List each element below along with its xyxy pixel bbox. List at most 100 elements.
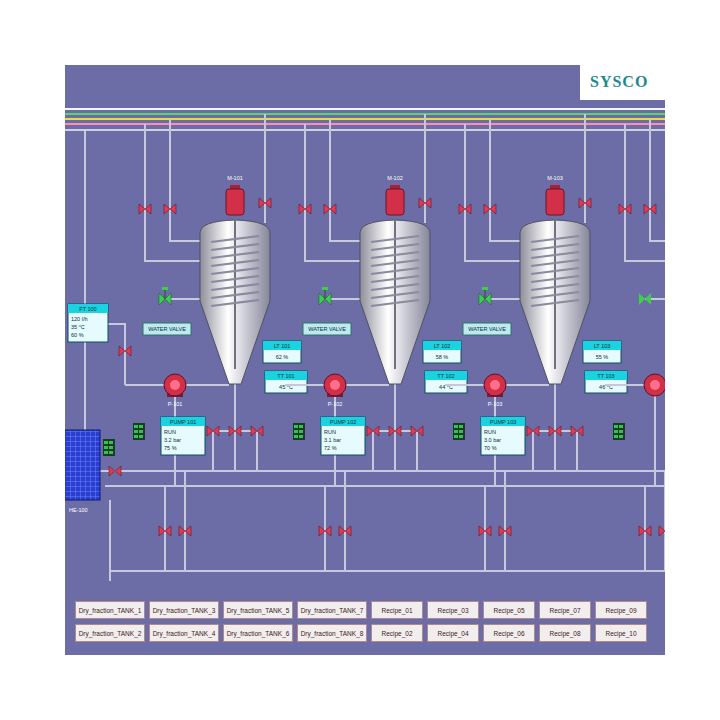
pipe: [532, 431, 534, 471]
valve[interactable]: [299, 204, 311, 214]
svg-text:62 %: 62 %: [276, 354, 289, 360]
water-valve-icon[interactable]: [639, 293, 651, 305]
temperature-readout: TT 10346 °C: [585, 371, 627, 393]
valve[interactable]: [549, 426, 561, 436]
valve[interactable]: [251, 426, 263, 436]
valve[interactable]: [479, 526, 491, 536]
tank-group: M-101WATER VALVELT 10162 %TT 10145 °CP-1…: [125, 114, 307, 571]
water-valve-icon[interactable]: [479, 287, 491, 305]
valve[interactable]: [619, 204, 631, 214]
header-pipeline: [65, 129, 665, 131]
nav-button[interactable]: Dry_fraction_TANK_4: [149, 624, 219, 642]
valve[interactable]: [179, 526, 191, 536]
pipe: [330, 119, 360, 241]
valve[interactable]: [229, 426, 241, 436]
nav-button[interactable]: Recipe_06: [483, 624, 535, 642]
pipe: [484, 486, 486, 571]
agitator-blade: [211, 260, 259, 266]
pipe: [125, 384, 164, 386]
nav-button[interactable]: Recipe_08: [539, 624, 591, 642]
pipe: [164, 486, 166, 571]
agitator-blade: [371, 244, 419, 250]
agitator-blade: [371, 252, 419, 258]
valve[interactable]: [119, 346, 131, 356]
valve[interactable]: [164, 204, 176, 214]
water-valve-icon[interactable]: [159, 287, 171, 305]
valve[interactable]: [159, 526, 171, 536]
valve[interactable]: [644, 204, 656, 214]
valve[interactable]: [579, 198, 591, 208]
valve[interactable]: [339, 526, 351, 536]
svg-text:LT 102: LT 102: [434, 343, 451, 349]
pipe: [576, 431, 578, 471]
svg-text:55 %: 55 %: [596, 354, 609, 360]
nav-button[interactable]: Dry_fraction_TANK_1: [75, 601, 145, 619]
water-valve-icon[interactable]: [319, 287, 331, 305]
pipe: [324, 486, 326, 571]
nav-button[interactable]: Dry_fraction_TANK_3: [149, 601, 219, 619]
nav-button[interactable]: Recipe_01: [371, 601, 423, 619]
svg-text:70 %: 70 %: [484, 445, 497, 451]
nav-button[interactable]: Recipe_04: [427, 624, 479, 642]
nav-button[interactable]: Recipe_09: [595, 601, 647, 619]
button-row: Dry_fraction_TANK_1Dry_fraction_TANK_3Dr…: [75, 601, 657, 619]
motor-label: M-102: [387, 175, 403, 181]
valve[interactable]: [324, 204, 336, 214]
agitator-blade: [531, 244, 579, 250]
valve[interactable]: [319, 526, 331, 536]
header: SYSCO: [65, 65, 665, 101]
nav-button[interactable]: Dry_fraction_TANK_7: [297, 601, 367, 619]
agitator-blade: [371, 300, 419, 306]
temperature-readout: TT 10244 °C: [425, 371, 467, 393]
valve[interactable]: [109, 466, 121, 476]
agitator-blade: [371, 236, 419, 242]
agitator-blade: [211, 236, 259, 242]
pipe: [506, 384, 549, 386]
valve[interactable]: [484, 204, 496, 214]
nav-button[interactable]: Recipe_02: [371, 624, 423, 642]
pipe: [654, 396, 656, 486]
nav-button[interactable]: Recipe_05: [483, 601, 535, 619]
pipe: [109, 500, 111, 581]
motor-icon[interactable]: [546, 185, 564, 215]
motor-icon[interactable]: [386, 185, 404, 215]
valve[interactable]: [259, 198, 271, 208]
valve[interactable]: [411, 426, 423, 436]
valve[interactable]: [571, 426, 583, 436]
nav-button[interactable]: Recipe_10: [595, 624, 647, 642]
tank-group-partial: [605, 114, 665, 571]
agitator-blade: [531, 292, 579, 298]
valve[interactable]: [419, 198, 431, 208]
nav-button[interactable]: Dry_fraction_TANK_2: [75, 624, 145, 642]
svg-text:35 °C: 35 °C: [71, 324, 85, 330]
feed-unit: HE-100FT 100120 l/h35 °C60 %: [65, 304, 131, 513]
valve[interactable]: [659, 526, 665, 536]
nav-button[interactable]: Recipe_07: [539, 601, 591, 619]
valve[interactable]: [527, 426, 539, 436]
status-grid-icon: [453, 423, 465, 440]
nav-button[interactable]: Recipe_03: [427, 601, 479, 619]
header-pipeline: [65, 123, 665, 125]
pump-icon[interactable]: [644, 374, 665, 396]
valve[interactable]: [499, 526, 511, 536]
pump-icon[interactable]: [324, 374, 346, 397]
agitator-blade: [531, 252, 579, 258]
pipe: [264, 114, 266, 223]
pump-icon[interactable]: [484, 374, 506, 397]
pump-icon[interactable]: [164, 374, 186, 397]
valve[interactable]: [639, 526, 651, 536]
valve[interactable]: [139, 204, 151, 214]
nav-button[interactable]: Dry_fraction_TANK_6: [223, 624, 293, 642]
valve[interactable]: [367, 426, 379, 436]
nav-button[interactable]: Dry_fraction_TANK_8: [297, 624, 367, 642]
tank-group: M-102WATER VALVELT 10258 %TT 10244 °CP-1…: [285, 114, 467, 571]
motor-icon[interactable]: [226, 185, 244, 215]
pump-readout: PUMP 102RUN3.1 bar72 %: [321, 417, 365, 455]
pump-label: P-102: [328, 401, 343, 407]
hmi-panel: SYSCO HE-100FT 100120 l/h35 °C60 %M-101WA…: [65, 65, 665, 655]
valve[interactable]: [389, 426, 401, 436]
pipe: [394, 384, 396, 471]
nav-button[interactable]: Dry_fraction_TANK_5: [223, 601, 293, 619]
valve[interactable]: [207, 426, 219, 436]
valve[interactable]: [459, 204, 471, 214]
